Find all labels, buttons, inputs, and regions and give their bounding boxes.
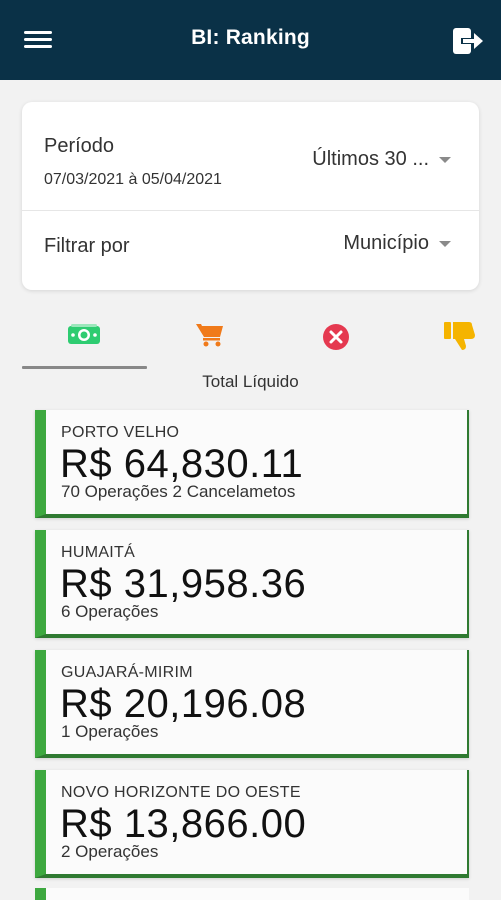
ranking-operations: 70 Operações 2 Cancelametos — [61, 482, 296, 501]
filter-card: Período 07/03/2021 à 05/04/2021 Últimos … — [22, 102, 479, 290]
tab-money[interactable] — [22, 306, 147, 366]
periodo-select-value: Últimos 30 ... — [312, 148, 429, 170]
periodo-label: Período — [44, 135, 115, 157]
ranking-amount: R$ 13,866.00 — [60, 802, 307, 846]
ranking-operations: 6 Operações — [61, 602, 159, 621]
tab-thumbs-down[interactable] — [420, 306, 500, 366]
divider — [22, 210, 479, 211]
cart-icon — [196, 324, 223, 347]
app-bar: BI: Ranking — [0, 0, 501, 80]
filtrar-select[interactable]: Município — [343, 232, 451, 255]
filtrar-select-value: Município — [343, 232, 429, 254]
ranking-amount: R$ 20,196.08 — [60, 682, 307, 726]
metric-tabs — [0, 306, 501, 370]
logout-icon[interactable] — [452, 27, 484, 55]
periodo-select[interactable]: Últimos 30 ... — [312, 148, 451, 171]
ranking-operations: 1 Operações — [61, 722, 159, 741]
ranking-amount: R$ 31,958.36 — [60, 562, 307, 606]
chevron-down-icon — [439, 240, 451, 247]
ranking-operations: 2 Operações — [61, 842, 159, 861]
ranking-city: HUMAITÁ — [61, 544, 136, 561]
ranking-city: GUAJARÁ-MIRIM — [61, 664, 193, 681]
ranking-card[interactable]: GUAJARÁ-MIRIM R$ 20,196.08 1 Operações — [35, 650, 469, 758]
tab-indicator — [22, 366, 147, 369]
page-title: BI: Ranking — [191, 26, 310, 49]
ranking-card[interactable]: HUMAITÁ R$ 31,958.36 6 Operações — [35, 530, 469, 638]
cancel-icon — [323, 324, 349, 350]
tab-caption: Total Líquido — [202, 372, 299, 391]
ranking-card-partial[interactable] — [35, 888, 469, 900]
ranking-city: PORTO VELHO — [61, 424, 180, 441]
ranking-card[interactable]: NOVO HORIZONTE DO OESTE R$ 13,866.00 2 O… — [35, 770, 469, 878]
tab-cart[interactable] — [170, 306, 250, 366]
ranking-amount: R$ 64,830.11 — [60, 442, 304, 486]
chevron-down-icon — [439, 156, 451, 163]
money-icon — [68, 324, 100, 344]
periodo-dates: 07/03/2021 à 05/04/2021 — [44, 171, 222, 188]
ranking-city: NOVO HORIZONTE DO OESTE — [61, 784, 301, 801]
tab-cancel[interactable] — [298, 306, 378, 366]
ranking-card[interactable]: PORTO VELHO R$ 64,830.11 70 Operações 2 … — [35, 410, 469, 518]
filtrar-label: Filtrar por — [44, 235, 130, 257]
thumbs-down-icon — [444, 322, 475, 350]
